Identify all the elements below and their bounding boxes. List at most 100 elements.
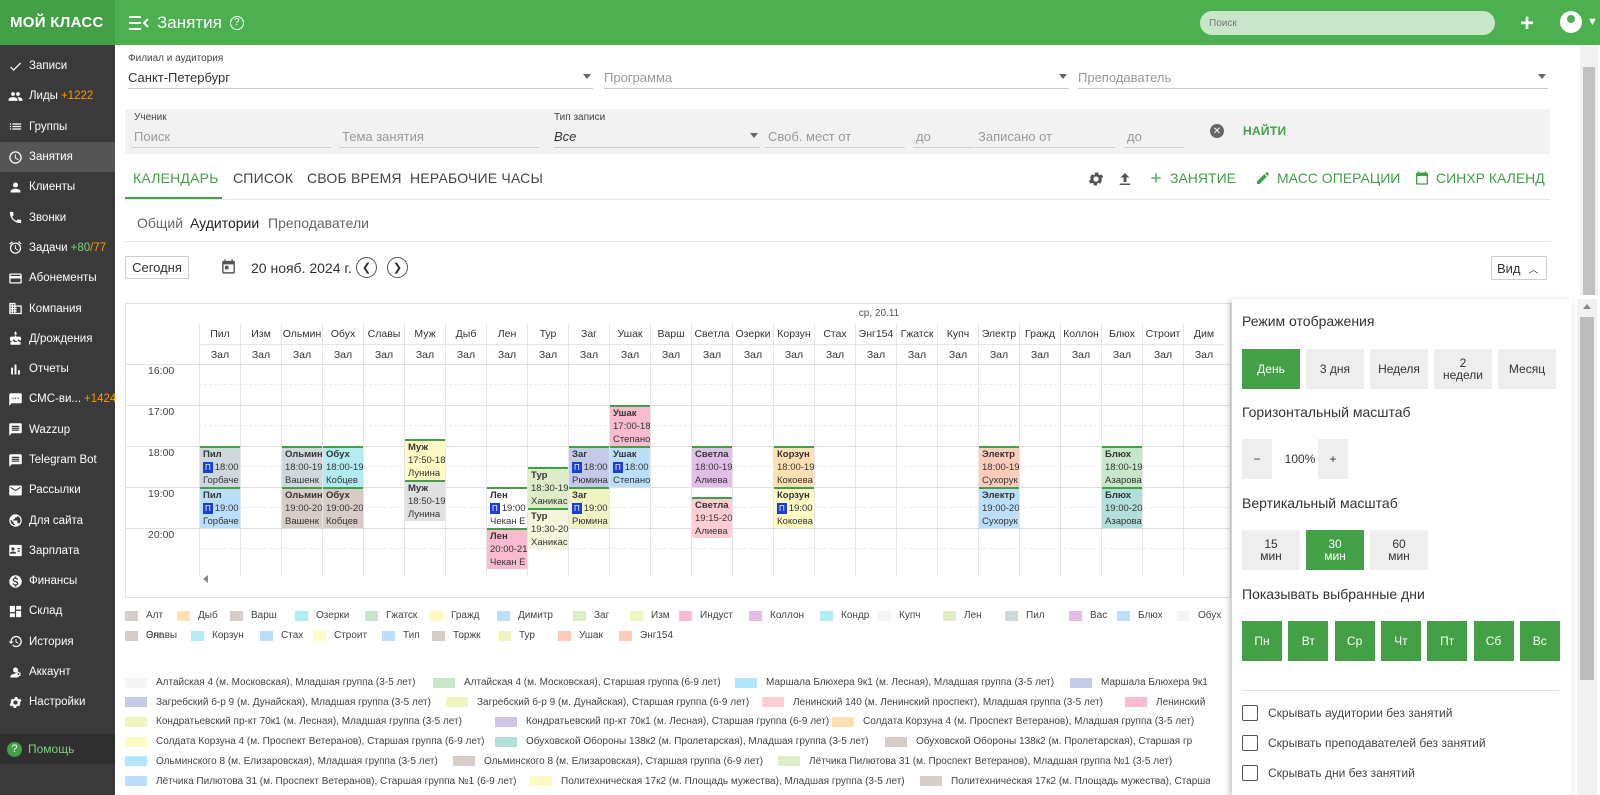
lesson-event[interactable]: Ушак П 18:00 Степано [610, 446, 650, 487]
lesson-event[interactable]: Заг П 18:00 Рюмина [569, 446, 609, 487]
scroll-left-icon[interactable] [203, 575, 208, 583]
user-avatar-icon[interactable] [1560, 11, 1582, 33]
mode-button[interactable]: 3 дня [1306, 349, 1364, 389]
hide-option-checkbox[interactable]: Скрывать дни без занятий [1242, 765, 1415, 781]
clear-filters-icon[interactable]: ✕ [1210, 124, 1224, 138]
mode-button[interactable]: День [1242, 349, 1300, 389]
tab-calendar[interactable]: КАЛЕНДАРЬ [133, 170, 219, 186]
lesson-event[interactable]: Лен 20:00-21 Чекан Е [487, 528, 527, 569]
sidebar-item[interactable]: Wazzup [0, 415, 115, 445]
sidebar-item[interactable]: Группы [0, 112, 115, 142]
lesson-event[interactable]: Обух 19:00-20 Кобцев [323, 487, 363, 528]
vscale-button[interactable]: 60 мин [1370, 530, 1428, 570]
lesson-event[interactable]: Электр 18:00-19 Сухорук [979, 446, 1019, 487]
lesson-event[interactable]: Светла 19:15-20 Алиева [692, 497, 732, 539]
view-button[interactable]: Вид ︿ [1491, 256, 1547, 280]
student-search-input[interactable]: Поиск [131, 126, 331, 148]
horizontal-scrollbar[interactable] [199, 574, 1230, 586]
subtab-rooms[interactable]: Аудитории [190, 215, 259, 231]
day-toggle-button[interactable]: Сб [1473, 621, 1514, 661]
lesson-event[interactable]: Заг П 19:00 Рюмина [569, 487, 609, 528]
day-toggle-button[interactable]: Вс [1519, 621, 1560, 661]
zoom-out-button[interactable]: − [1242, 439, 1272, 479]
sidebar-item[interactable]: Финансы [0, 566, 115, 596]
lesson-event[interactable]: Лен П 19:00 Чекан Е [487, 487, 527, 528]
global-search-input[interactable] [1200, 11, 1495, 35]
tab-off-hours[interactable]: НЕРАБОЧИЕ ЧАСЫ [410, 170, 543, 186]
sidebar-item[interactable]: Настройки [0, 687, 115, 717]
mode-button[interactable]: Месяц [1498, 349, 1556, 389]
day-toggle-button[interactable]: Пт [1427, 621, 1468, 661]
lesson-event[interactable]: Тур 19:30-20 Ханикас [528, 507, 568, 549]
vscale-button[interactable]: 30 мин [1306, 530, 1364, 570]
type-select[interactable]: Все [554, 126, 760, 148]
sidebar-item[interactable]: Клиенты [0, 172, 115, 202]
lesson-event[interactable]: Корзун 18:00-19 Кокоева [774, 446, 814, 487]
sidebar-item[interactable]: Telegram Bot [0, 445, 115, 475]
add-icon[interactable]: + [1520, 10, 1534, 38]
sidebar-item[interactable]: Аккаунт [0, 657, 115, 687]
add-lesson-button[interactable]: ЗАНЯТИЕ [1148, 170, 1236, 186]
sidebar-item[interactable]: История [0, 627, 115, 657]
tab-list[interactable]: СПИСОК [233, 170, 293, 186]
day-toggle-button[interactable]: Пн [1242, 621, 1282, 661]
lesson-event[interactable]: Ольмин 18:00-19 Вашенк [282, 446, 322, 487]
free-from-input[interactable]: Своб. мест от [765, 126, 905, 148]
mass-operations-button[interactable]: МАСС ОПЕРАЦИИ [1255, 170, 1400, 186]
app-logo[interactable]: МОЙ КЛАСС [0, 0, 115, 45]
scroll-up-icon[interactable] [1583, 304, 1591, 309]
lesson-event[interactable]: Электр 19:00-20 Сухорук [979, 487, 1019, 528]
sidebar-item[interactable]: Лиды +1222 [0, 81, 115, 111]
sidebar-item[interactable]: Отчеты [0, 354, 115, 384]
lesson-event[interactable]: Светла 18:00-19 Алиева [692, 446, 732, 487]
prev-day-icon[interactable]: ❮ [356, 257, 377, 278]
sidebar-item[interactable]: Компания [0, 293, 115, 323]
teacher-select[interactable]: Преподаватель [1078, 67, 1548, 89]
calendar-icon[interactable] [220, 258, 237, 278]
sidebar-item[interactable]: Записи [0, 51, 115, 81]
lesson-event[interactable]: Ушак 17:00-18 Степано [610, 405, 650, 446]
checkbox-box[interactable] [1242, 765, 1258, 781]
day-toggle-button[interactable]: Ср [1334, 621, 1375, 661]
topic-input[interactable]: Тема занятия [339, 126, 539, 148]
checkbox-box[interactable] [1242, 705, 1258, 721]
free-to-input[interactable]: до [913, 126, 973, 148]
hide-option-checkbox[interactable]: Скрывать преподавателей без занятий [1242, 735, 1486, 751]
find-button[interactable]: НАЙТИ [1243, 124, 1286, 138]
chevron-down-icon[interactable]: ▼ [1587, 16, 1598, 28]
lesson-event[interactable]: Тур 18:30-19 Ханикас [528, 466, 568, 508]
vscale-button[interactable]: 15 мин [1242, 530, 1300, 570]
mode-button[interactable]: Неделя [1370, 349, 1428, 389]
help-icon[interactable]: ? [229, 15, 244, 30]
mode-button[interactable]: 2 недели [1434, 349, 1492, 389]
today-button[interactable]: Сегодня [125, 256, 189, 279]
sidebar-item[interactable]: Абонементы [0, 263, 115, 293]
settings-gear-icon[interactable] [1087, 170, 1105, 191]
checkbox-box[interactable] [1242, 735, 1258, 751]
lesson-event[interactable]: Муж 17:50-18 Лунина [405, 439, 445, 481]
sidebar-item[interactable]: Звонки [0, 202, 115, 232]
page-scrollbar-thumb[interactable] [1583, 67, 1595, 295]
sidebar-item[interactable]: Занятия [0, 141, 115, 173]
lesson-event[interactable]: Пил П 19:00 Горбаче [200, 487, 240, 528]
sidebar-item[interactable]: Для сайта [0, 505, 115, 535]
lesson-event[interactable]: Блюх 18:00-19 Азарова [1102, 446, 1142, 487]
scrollbar-thumb[interactable] [1580, 317, 1594, 680]
day-toggle-button[interactable]: Чт [1380, 621, 1421, 661]
help-link[interactable]: ? Помощь [0, 734, 115, 764]
lesson-event[interactable]: Пил П 18:00 Горбаче [200, 446, 240, 487]
hide-option-checkbox[interactable]: Скрывать аудитории без занятий [1242, 705, 1452, 721]
sidebar-item[interactable]: Зарплата [0, 536, 115, 566]
panel-scrollbar[interactable] [1577, 299, 1597, 795]
sidebar-item[interactable]: Задачи +80/77 [0, 233, 115, 263]
subtab-teachers[interactable]: Преподаватели [268, 215, 369, 231]
subtab-general[interactable]: Общий [137, 215, 183, 231]
sidebar-item[interactable]: Д/рождения [0, 324, 115, 354]
lesson-event[interactable]: Муж 18:50-19 Лунина [405, 480, 445, 522]
tab-free-time[interactable]: СВОБ ВРЕМЯ [307, 170, 402, 186]
zoom-in-button[interactable]: + [1318, 439, 1348, 479]
menu-collapse-icon[interactable] [129, 15, 149, 31]
page-scrollbar[interactable] [1580, 45, 1598, 295]
branch-select[interactable]: Санкт-Петербург [128, 67, 593, 89]
program-select[interactable]: Программа [604, 67, 1069, 89]
